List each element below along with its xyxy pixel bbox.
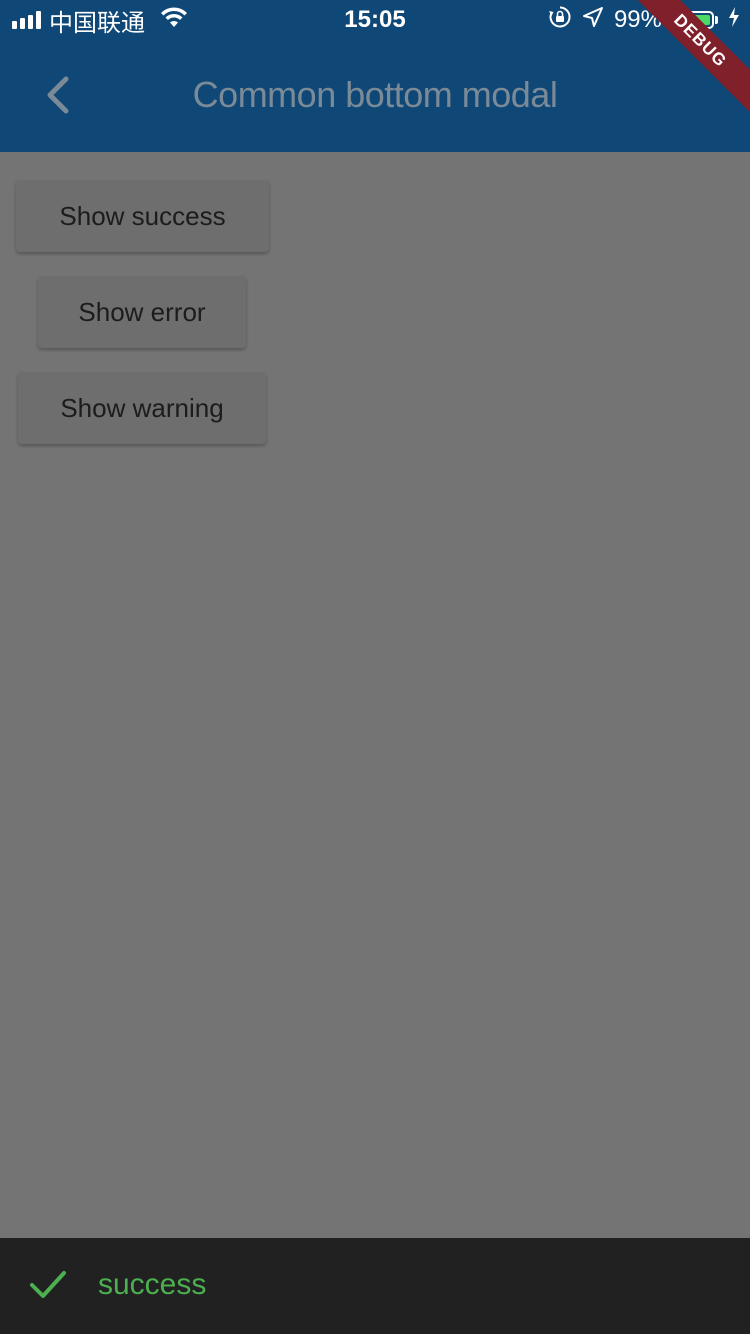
show-error-button[interactable]: Show error: [38, 276, 246, 348]
page-title: Common bottom modal: [192, 74, 558, 115]
orientation-lock-icon: [548, 5, 572, 36]
battery-icon: [672, 11, 718, 29]
show-warning-button[interactable]: Show warning: [18, 372, 266, 444]
screen: 中国联通 15:05 99% Common bottom modal DEBUG…: [0, 0, 750, 1334]
modal-message: success: [98, 1268, 207, 1301]
location-icon: [582, 6, 604, 35]
charging-icon: [728, 6, 740, 35]
status-bar: 中国联通 15:05 99%: [0, 0, 750, 40]
status-right: 99%: [548, 5, 740, 36]
app-bar: Common bottom modal: [0, 40, 750, 152]
check-icon: [28, 1268, 68, 1302]
show-success-button[interactable]: Show success: [16, 180, 269, 252]
battery-percent: 99%: [613, 6, 662, 33]
bottom-modal: success: [0, 1238, 750, 1334]
